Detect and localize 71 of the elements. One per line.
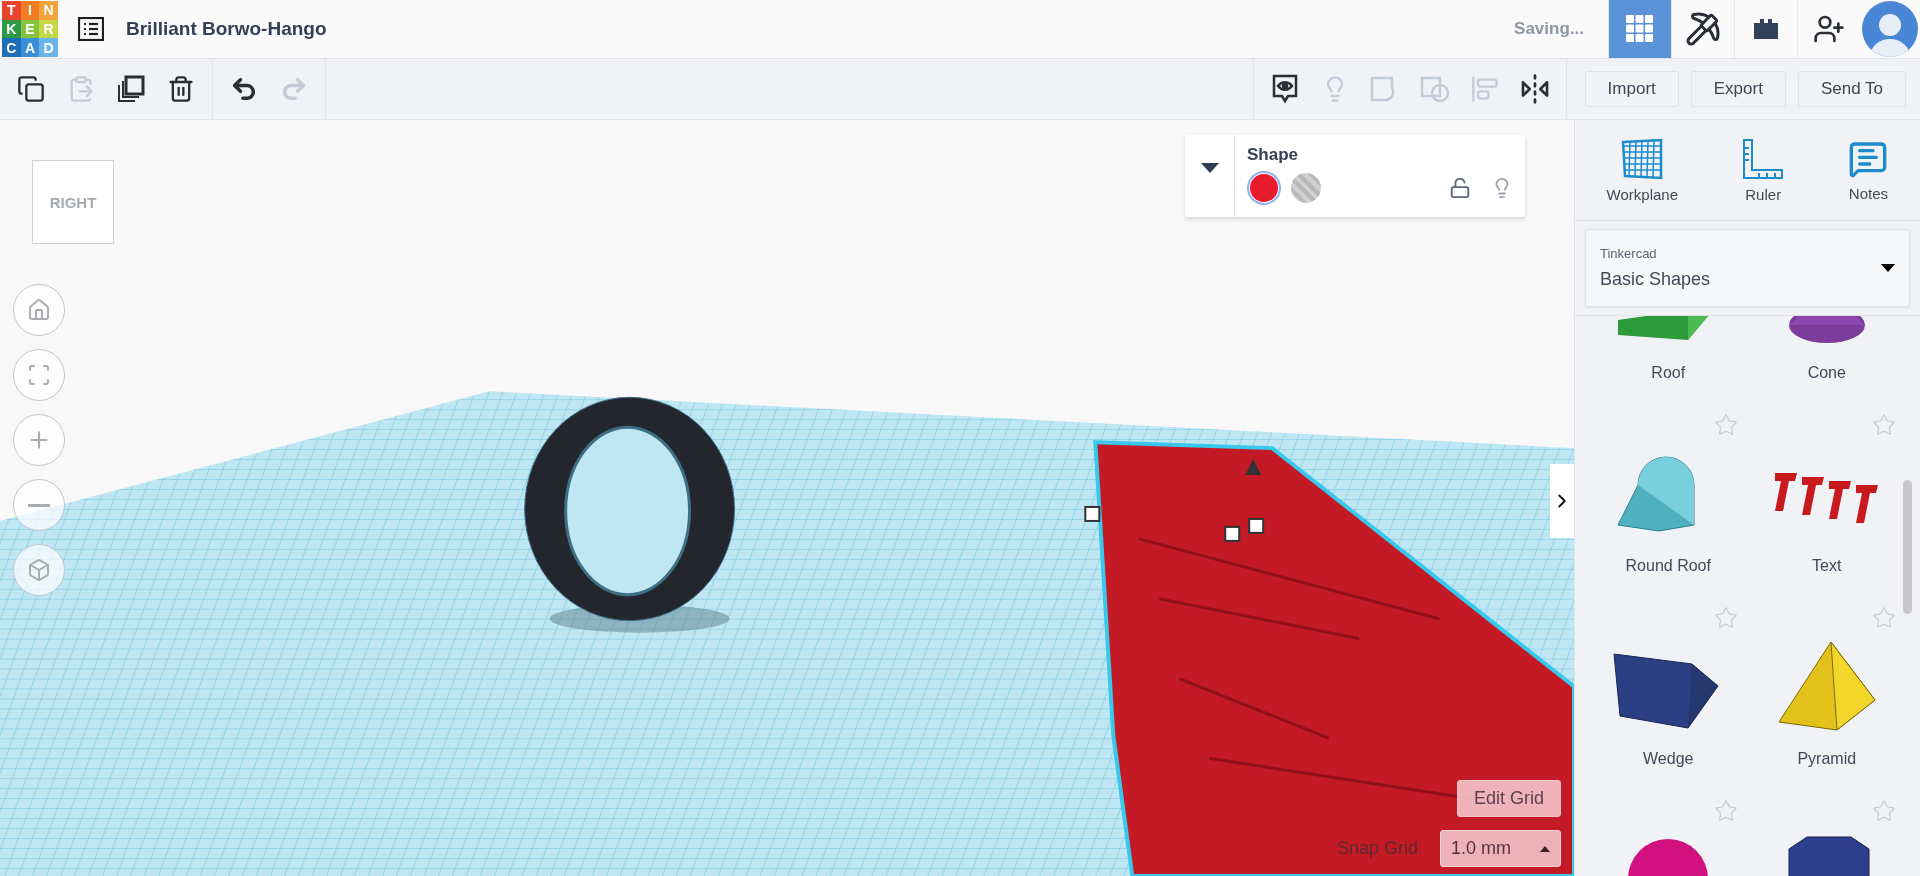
shape-label: Cone [1807,364,1846,382]
resize-handle[interactable] [1224,525,1241,542]
avatar[interactable] [1862,1,1918,57]
shape-label: Wedge [1643,750,1694,768]
side-tool-button[interactable]: Workplane [1606,137,1679,203]
toolbar-text-button[interactable]: Send To [1797,71,1906,107]
toolbar-text-button[interactable]: Export [1690,71,1786,107]
star-icon [1872,799,1896,823]
logo[interactable]: T I N K E R C A D [2,1,58,57]
shape-label: Roof [1651,364,1686,382]
copy-icon [17,75,45,103]
height-arrow-handle[interactable] [1245,459,1262,476]
star-icon [1872,606,1896,630]
design-title[interactable]: Brilliant Borwo-Hango [126,18,327,40]
favorite-star[interactable] [1713,799,1738,823]
ring-drawing[interactable] [524,396,736,622]
favorite-star[interactable] [1872,413,1896,437]
redo-icon [280,75,308,103]
favorite-star[interactable] [1872,606,1896,630]
shape-label: Round Roof [1625,557,1711,575]
unlocked-icon [1449,177,1471,199]
star-icon [1713,799,1738,823]
caret-icon [1540,845,1550,852]
star-icon [1713,606,1738,630]
favorite-star[interactable] [1713,413,1738,437]
grid-plane-icon [1621,137,1664,180]
save-status: Saving... [1514,19,1584,39]
side-tool-button[interactable]: Ruler [1741,137,1786,203]
library-category: Basic Shapes [1600,269,1711,290]
inspector-title: Shape [1247,145,1300,165]
brick-icon [1751,17,1781,41]
view-control-button[interactable] [13,284,65,336]
snap-grid-label: Snap Grid [1336,838,1418,859]
resize-handle[interactable] [1248,517,1265,534]
resize-handle[interactable] [1084,506,1101,522]
home-icon [27,298,51,322]
star-icon [1713,413,1738,437]
lock-button[interactable] [1449,177,1471,199]
favorite-star[interactable] [1713,606,1738,630]
edit-grid-button[interactable]: Edit Grid [1456,780,1561,817]
view-control-button[interactable] [13,349,65,401]
ruler-icon [1741,137,1786,180]
undo-icon [230,75,258,103]
cube-icon [27,558,51,582]
library-select[interactable]: Tinkercad Basic Shapes [1585,229,1910,307]
library-provider: Tinkercad [1600,246,1657,261]
pickaxe-icon [1685,11,1721,47]
toolbar-text-button[interactable]: Import [1584,71,1679,107]
selected-shape-drawing[interactable] [1093,440,1574,876]
list-icon [78,17,104,41]
shape-label: Text [1812,557,1842,575]
design-list-button[interactable] [76,14,106,44]
side-tool-button[interactable]: Notes [1848,138,1889,202]
trash-icon [167,75,195,103]
add-user-icon [1813,13,1845,45]
zoom-out-icon [28,503,50,507]
align-icon [1470,75,1499,103]
caret-icon [1200,163,1219,173]
grid-icon [1626,15,1654,43]
fit-view-icon [27,363,51,387]
panel-toggle[interactable] [1550,464,1574,538]
ungroup-shapes-icon [1418,74,1451,104]
scrollbar-thumb[interactable] [1903,480,1912,614]
favorite-star[interactable] [1872,799,1896,823]
view-control-button[interactable] [13,414,65,466]
shape-label: Pyramid [1797,750,1857,768]
stacked-squares-icon [116,74,146,104]
snap-grid-select[interactable]: 1.0 mm [1440,830,1561,867]
view-control-button[interactable] [13,479,65,531]
star-icon [1872,413,1896,437]
caret-icon [1881,264,1895,272]
